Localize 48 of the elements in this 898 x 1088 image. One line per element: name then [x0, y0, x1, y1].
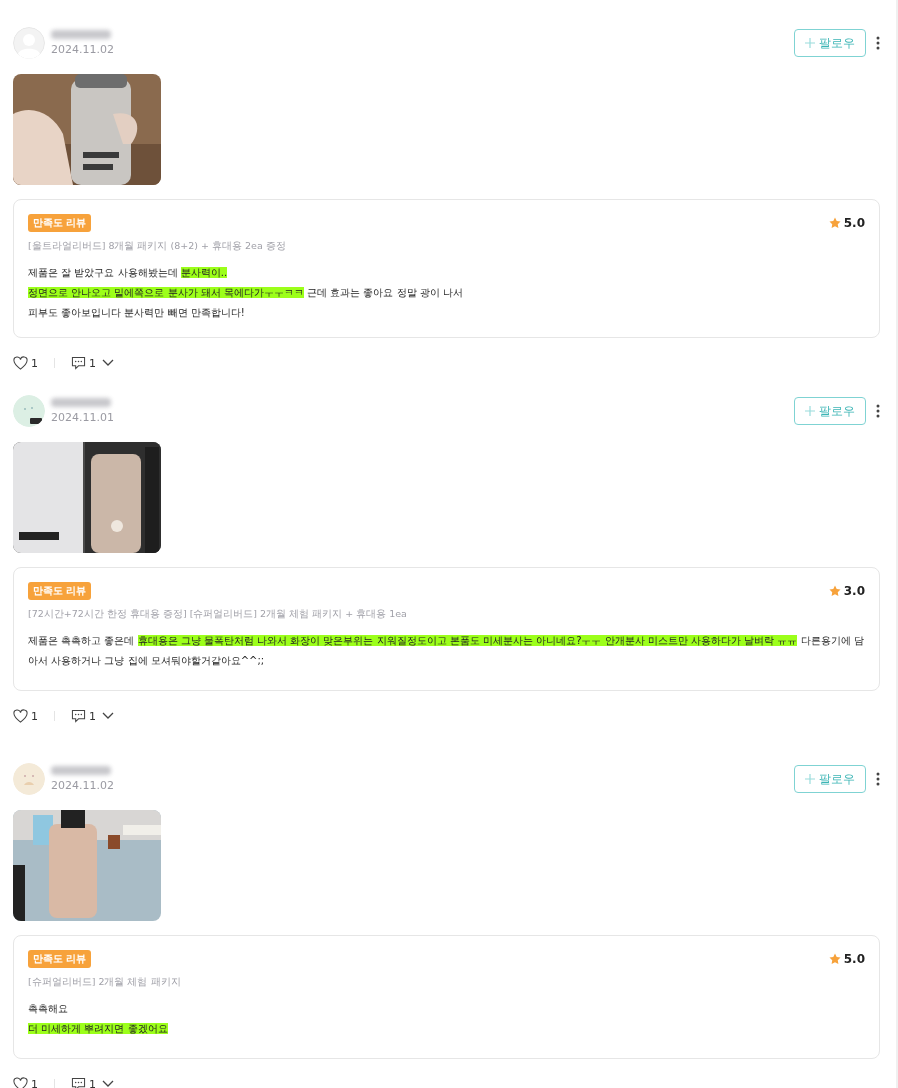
star-icon — [828, 953, 841, 965]
like-count: 1 — [31, 1077, 38, 1088]
avatar — [13, 763, 45, 795]
product-option: [울트라얼리버드] 8개월 패키지 (8+2) + 휴대용 2ea 증정 — [28, 240, 865, 253]
star-icon — [828, 217, 841, 229]
review-badge: 만족도 리뷰 — [28, 214, 92, 232]
like-count: 1 — [31, 709, 38, 723]
follow-button[interactable]: 팔로우 — [794, 765, 866, 793]
follow-button[interactable]: 팔로우 — [794, 397, 866, 425]
product-option: [72시간+72시간 한정 휴대용 증정] [슈퍼얼리버드] 2개월 체험 패키지 + 휴대용 1ea — [28, 608, 865, 621]
avatar — [13, 27, 45, 59]
more-icon[interactable] — [876, 404, 880, 418]
like-count: 1 — [31, 356, 38, 370]
plus-icon — [805, 38, 815, 48]
comment-count: 1 — [89, 1077, 96, 1088]
rating-value: 3.0 — [843, 584, 865, 598]
comment-count: 1 — [89, 709, 96, 723]
comment-icon[interactable] — [71, 709, 86, 723]
plus-icon — [805, 774, 815, 784]
heart-icon[interactable] — [13, 356, 28, 370]
blurred-name — [51, 398, 111, 407]
comment-count: 1 — [89, 356, 96, 370]
more-icon[interactable] — [876, 772, 880, 786]
blurred-name — [51, 30, 111, 39]
star-icon — [828, 585, 841, 597]
review-badge: 만족도 리뷰 — [28, 582, 92, 600]
avatar — [13, 395, 45, 427]
heart-icon[interactable] — [13, 1077, 28, 1088]
comment-icon[interactable] — [71, 356, 86, 370]
rating-value: 5.0 — [843, 216, 865, 230]
caret-icon[interactable] — [102, 712, 114, 720]
review-date: 2024.11.02 — [51, 43, 114, 56]
heart-icon[interactable] — [13, 709, 28, 723]
review-badge: 만족도 리뷰 — [28, 950, 92, 968]
follow-button[interactable]: 팔로우 — [794, 29, 866, 57]
blurred-name — [51, 766, 111, 775]
product-option: [슈퍼얼리버드] 2개월 체험 패키지 — [28, 976, 865, 989]
caret-icon[interactable] — [102, 359, 114, 367]
review-date: 2024.11.01 — [51, 411, 114, 424]
review-date: 2024.11.02 — [51, 779, 114, 792]
caret-icon[interactable] — [102, 1080, 114, 1088]
review-text: 제품은 잘 받았구요 사용해봤는데 분사력이.. 정면으로 안나오고 밑에쪽으로 분사가 돼서 목에다가ㅜㅜㅋㅋ 근데 효과는 좋아요 정말 광이 나서 피부도 좋아보입니다 분사력만 빼면 만족합니다! — [28, 266, 464, 320]
plus-icon — [805, 406, 815, 416]
more-icon[interactable] — [876, 36, 880, 50]
comment-icon[interactable] — [71, 1077, 86, 1088]
review-text: 제품은 촉촉하고 좋은데 휴대용은 그냥 물폭탄처럼 나와서 화장이 맞은부위는 지워질정도이고 본품도 미세분사는 아니네요?ㅜㅜ 안개분사 미스트만 사용하다가 날벼락 ㅠㅠ 다른용기에 담아서 사용하거나 그냥 집에 모셔둬야할거같아요^^;; — [28, 634, 865, 668]
review-text: 촉촉해요 더 미세하게 뿌려지면 좋겠어요 — [28, 1002, 169, 1036]
rating-value: 5.0 — [843, 952, 865, 966]
